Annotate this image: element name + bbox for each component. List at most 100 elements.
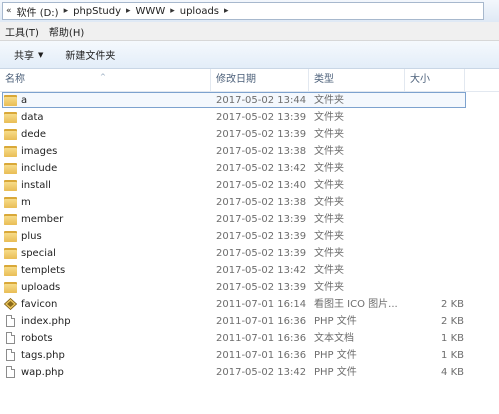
file-size: 1 KB — [441, 350, 464, 361]
crumb-www[interactable]: WWW — [134, 6, 168, 17]
file-list: a 2017-05-02 13:44 文件夹 data 2017-05-02 13:39… — [0, 92, 499, 381]
file-row[interactable]: a 2017-05-02 13:44 文件夹 — [0, 92, 499, 109]
file-name: images — [21, 146, 58, 157]
file-type: PHP 文件 — [314, 316, 357, 327]
text-file-icon — [4, 332, 17, 344]
file-type: 文件夹 — [314, 214, 344, 225]
file-type: 文件夹 — [314, 163, 344, 174]
file-date: 2017-05-02 13:39 — [216, 282, 307, 293]
file-size: 2 KB — [441, 316, 464, 327]
chevron-left-icon[interactable]: « — [3, 6, 15, 16]
file-size: 2 KB — [441, 299, 464, 310]
column-date[interactable]: 修改日期 — [211, 69, 309, 91]
menu-help[interactable]: 帮助(H) — [44, 24, 89, 39]
file-row[interactable]: member 2017-05-02 13:39 文件夹 — [0, 211, 499, 228]
php-file-icon — [4, 315, 17, 327]
file-row[interactable]: m 2017-05-02 13:38 文件夹 — [0, 194, 499, 211]
breadcrumb[interactable]: « 软件 (D:) ▸ phpStudy ▸ WWW ▸ uploads ▸ — [2, 2, 484, 20]
sort-up-icon: ^ — [100, 73, 106, 81]
menu-bar: 工具(T) 帮助(H) — [0, 22, 499, 41]
file-date: 2017-05-02 13:39 — [216, 112, 307, 123]
file-row[interactable]: templets 2017-05-02 13:42 文件夹 — [0, 262, 499, 279]
file-type: 文件夹 — [314, 180, 344, 191]
file-date: 2011-07-01 16:36 — [216, 333, 307, 344]
file-type: 文件夹 — [314, 231, 344, 242]
file-type: 文件夹 — [314, 197, 344, 208]
folder-icon — [4, 179, 17, 191]
file-size — [410, 262, 464, 279]
menu-tools[interactable]: 工具(T) — [0, 24, 44, 39]
file-date: 2017-05-02 13:40 — [216, 180, 307, 191]
file-size — [410, 109, 464, 126]
folder-icon — [4, 247, 17, 259]
file-type: 文件夹 — [314, 95, 344, 106]
file-date: 2017-05-02 13:38 — [216, 197, 307, 208]
file-row[interactable]: uploads 2017-05-02 13:39 文件夹 — [0, 279, 499, 296]
chevron-right-icon[interactable]: ▸ — [61, 6, 72, 16]
file-size — [410, 160, 464, 177]
file-name: special — [21, 248, 56, 259]
file-row[interactable]: index.php 2011-07-01 16:36 PHP 文件 2 KB — [0, 313, 499, 330]
file-row[interactable]: favicon 2011-07-01 16:14 看图王 ICO 图片... 2 KB — [0, 296, 499, 313]
file-type: 看图王 ICO 图片... — [314, 299, 398, 310]
file-size — [410, 126, 464, 143]
chevron-down-icon: ▼ — [38, 50, 44, 59]
file-name: data — [21, 112, 44, 123]
file-size — [410, 228, 464, 245]
column-size[interactable]: 大小 — [405, 69, 465, 91]
file-size: 1 KB — [441, 333, 464, 344]
file-size — [410, 279, 464, 296]
file-type: 文本文档 — [314, 333, 354, 344]
folder-icon — [4, 264, 17, 276]
file-type: 文件夹 — [314, 112, 344, 123]
file-name: dede — [21, 129, 46, 140]
file-name: wap.php — [21, 367, 64, 378]
folder-icon — [4, 111, 17, 123]
column-type[interactable]: 类型 — [309, 69, 405, 91]
file-date: 2017-05-02 13:39 — [216, 248, 307, 259]
file-row[interactable]: dede 2017-05-02 13:39 文件夹 — [0, 126, 499, 143]
file-name: favicon — [21, 299, 58, 310]
file-date: 2017-05-02 13:39 — [216, 214, 307, 225]
new-folder-button[interactable]: 新建文件夹 — [57, 47, 123, 62]
file-row[interactable]: plus 2017-05-02 13:39 文件夹 — [0, 228, 499, 245]
file-row[interactable]: include 2017-05-02 13:42 文件夹 — [0, 160, 499, 177]
file-type: 文件夹 — [314, 265, 344, 276]
file-size — [410, 92, 464, 109]
address-bar[interactable]: « 软件 (D:) ▸ phpStudy ▸ WWW ▸ uploads ▸ — [0, 0, 499, 23]
file-date: 2017-05-02 13:39 — [216, 231, 307, 242]
crumb-uploads[interactable]: uploads — [178, 6, 221, 17]
file-date: 2017-05-02 13:38 — [216, 146, 307, 157]
file-row[interactable]: special 2017-05-02 13:39 文件夹 — [0, 245, 499, 262]
chevron-right-icon[interactable]: ▸ — [221, 6, 232, 16]
chevron-right-icon[interactable]: ▸ — [167, 6, 178, 16]
file-name: a — [21, 95, 28, 106]
column-header: ^ 名称 修改日期 类型 大小 — [0, 69, 499, 92]
crumb-phpstudy[interactable]: phpStudy — [71, 6, 123, 17]
file-row[interactable]: robots 2011-07-01 16:36 文本文档 1 KB — [0, 330, 499, 347]
file-type: 文件夹 — [314, 282, 344, 293]
file-name: robots — [21, 333, 53, 344]
file-date: 2017-05-02 13:42 — [216, 265, 307, 276]
file-row[interactable]: images 2017-05-02 13:38 文件夹 — [0, 143, 499, 160]
file-date: 2011-07-01 16:14 — [216, 299, 307, 310]
file-name: plus — [21, 231, 42, 242]
file-date: 2017-05-02 13:42 — [216, 367, 307, 378]
file-date: 2017-05-02 13:44 — [216, 95, 307, 106]
file-row[interactable]: tags.php 2011-07-01 16:36 PHP 文件 1 KB — [0, 347, 499, 364]
command-bar: 共享 ▼ 新建文件夹 — [0, 41, 499, 69]
folder-icon — [4, 281, 17, 293]
php-file-icon — [4, 349, 17, 361]
file-row[interactable]: install 2017-05-02 13:40 文件夹 — [0, 177, 499, 194]
column-name[interactable]: ^ 名称 — [0, 69, 211, 91]
file-row[interactable]: wap.php 2017-05-02 13:42 PHP 文件 4 KB — [0, 364, 499, 381]
share-button[interactable]: 共享 ▼ — [6, 47, 51, 63]
file-name: member — [21, 214, 64, 225]
crumb-drive[interactable]: 软件 (D:) — [15, 4, 61, 19]
file-name: uploads — [21, 282, 61, 293]
file-date: 2017-05-02 13:42 — [216, 163, 307, 174]
file-row[interactable]: data 2017-05-02 13:39 文件夹 — [0, 109, 499, 126]
share-label: 共享 — [14, 51, 34, 62]
chevron-right-icon[interactable]: ▸ — [123, 6, 134, 16]
file-name: tags.php — [21, 350, 65, 361]
